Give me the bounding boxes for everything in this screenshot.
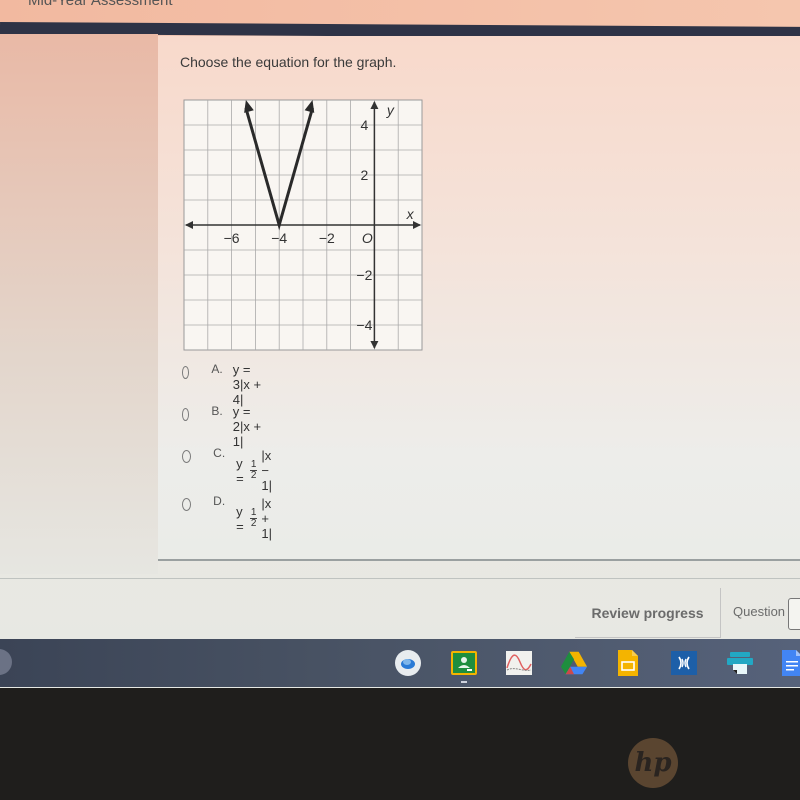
radio-b[interactable] <box>182 408 190 421</box>
google-classroom-icon[interactable] <box>450 649 478 677</box>
radio-c[interactable] <box>182 450 192 463</box>
x-tick-label: −2 <box>319 230 335 246</box>
y-tick-label: −4 <box>356 317 372 333</box>
choice-c[interactable]: C. y = 1 2 |x − 1| <box>182 446 281 493</box>
left-panel <box>0 34 158 574</box>
review-progress-button[interactable]: Review progress <box>575 588 721 638</box>
choice-b[interactable]: B. y = 2|x + 1| <box>182 404 264 449</box>
google-docs-icon[interactable] <box>778 649 800 677</box>
graphing-app-icon[interactable] <box>505 649 533 677</box>
hp-logo: hp <box>628 738 678 788</box>
choice-equation: y = 1 2 |x − 1| <box>236 448 281 493</box>
y-axis-label: y <box>386 102 395 118</box>
x-tick-label: −6 <box>224 230 240 246</box>
fraction: 1 2 <box>249 460 258 481</box>
choice-a[interactable]: A. y = 3|x + 4| <box>182 362 264 407</box>
equation-text: |x + 1| <box>261 496 273 541</box>
radio-d[interactable] <box>182 498 192 511</box>
equation-text: |x − 1| <box>261 448 273 493</box>
active-app-indicator <box>461 681 467 683</box>
fraction: 1 2 <box>249 508 258 529</box>
printer-app-icon[interactable] <box>726 649 754 677</box>
google-slides-icon[interactable] <box>614 649 642 677</box>
question-number-label: Question <box>733 604 786 619</box>
question-prompt: Choose the equation for the graph. <box>180 54 397 70</box>
choice-letter: C. <box>213 446 226 460</box>
google-drive-icon[interactable] <box>560 649 588 677</box>
y-tick-label: −2 <box>356 267 372 283</box>
laptop-bezel <box>0 688 800 800</box>
equation-text: y = 2|x + 1| <box>232 404 262 449</box>
equation-text: y = 3|x + 4| <box>232 362 262 407</box>
card-divider <box>158 559 800 561</box>
y-tick-label: 4 <box>361 117 369 133</box>
y-tick-label: 2 <box>361 167 369 183</box>
choice-letter: A. <box>211 362 223 376</box>
equation-text: y = <box>236 503 244 534</box>
x-tick-label: −4 <box>271 230 287 246</box>
denominator: 2 <box>250 518 257 529</box>
launcher-button[interactable] <box>0 649 12 675</box>
choice-equation: y = 2|x + 1| <box>233 404 264 449</box>
denominator: 2 <box>250 470 257 481</box>
taskbar <box>0 639 800 687</box>
origin-label: O <box>362 230 373 246</box>
equation-text: y = <box>236 455 244 486</box>
choice-d[interactable]: D. y = 1 2 |x + 1| <box>182 494 281 541</box>
choice-equation: y = 3|x + 4| <box>233 362 264 407</box>
screen: Mid-Year Assessment Choose the equation … <box>0 0 800 688</box>
chromebook-app-icon[interactable] <box>394 649 422 677</box>
choice-letter: B. <box>211 404 223 418</box>
footer-divider <box>0 578 800 579</box>
choice-equation: y = 1 2 |x + 1| <box>236 496 281 541</box>
x-axis-label: x <box>406 206 415 222</box>
radio-a[interactable] <box>182 366 190 379</box>
question-graph: −6 −4 −2 4 2 −2 −4 Ox y <box>183 99 423 351</box>
kami-app-icon[interactable] <box>670 649 698 677</box>
question-number-input[interactable] <box>788 598 800 630</box>
choice-letter: D. <box>213 494 226 508</box>
app-title: Mid-Year Assessment <box>28 0 173 9</box>
